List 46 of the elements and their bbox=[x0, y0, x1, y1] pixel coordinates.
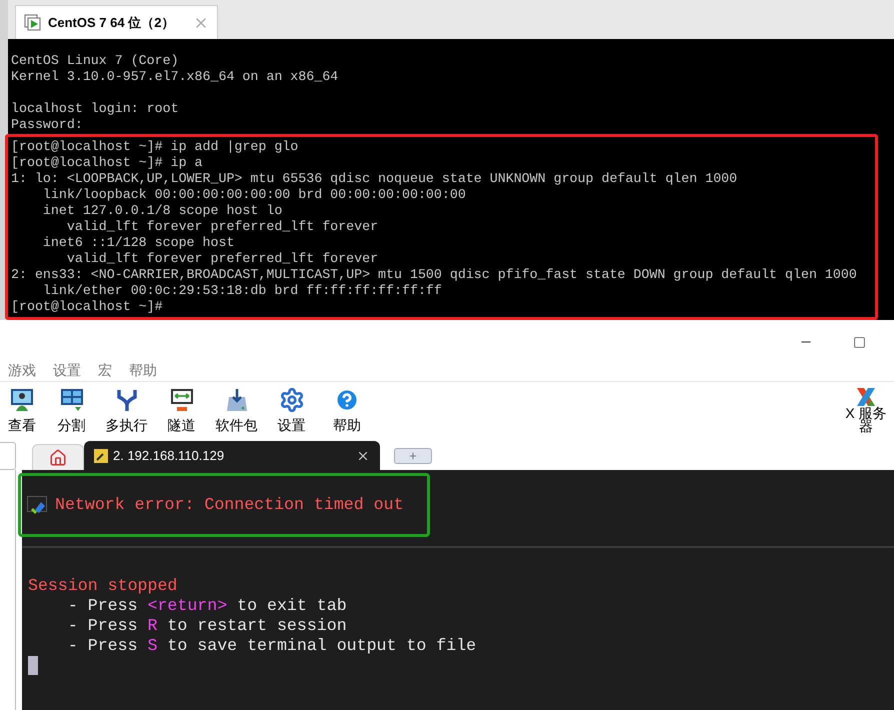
maximize-icon[interactable] bbox=[853, 336, 866, 348]
console-line: [root@localhost ~]# bbox=[11, 299, 164, 315]
console-line: link/ether 00:0c:29:53:18:db brd ff:ff:ff:ff:ff:ff bbox=[42, 283, 443, 299]
toolbar-button[interactable]: 设置 bbox=[264, 387, 319, 436]
x-logo-icon bbox=[855, 387, 877, 407]
terminal-line: - Press <return> to exit tab bbox=[66, 596, 348, 616]
console-line: Kernel 3.10.0-957.el7.x86_64 on an x86_64 bbox=[11, 69, 340, 85]
console-line: inet6 ::1/128 scope host bbox=[42, 235, 236, 251]
console-line: [root@localhost ~]# ip add |grep glo bbox=[11, 139, 300, 155]
error-message: Network error: Connection timed out bbox=[55, 495, 404, 515]
console-line: inet 127.0.0.1/8 scope host lo bbox=[42, 203, 284, 219]
x-server-button[interactable]: X 服务器 bbox=[842, 387, 890, 433]
toolbar-button[interactable]: 多执行 bbox=[99, 387, 154, 436]
session-status: Session stopped bbox=[28, 576, 178, 596]
session-tab[interactable]: 2. 192.168.110.129 bbox=[84, 441, 380, 470]
vm-tab[interactable]: CentOS 7 64 位（2） bbox=[15, 5, 218, 39]
console-line: [root@localhost ~]# ip a bbox=[11, 155, 204, 171]
toolbar-button[interactable]: 分割 bbox=[44, 387, 99, 436]
console-line: valid_lft forever preferred_lft forever bbox=[66, 251, 380, 267]
tunnel-icon bbox=[168, 387, 194, 413]
toolbar-button[interactable]: 隧道 bbox=[154, 387, 209, 436]
menu-item[interactable]: 帮助 bbox=[129, 360, 157, 381]
menu-item[interactable]: 设置 bbox=[53, 360, 81, 381]
monitor-user-icon bbox=[9, 387, 35, 413]
toolbar-button[interactable]: 帮助 bbox=[319, 387, 375, 436]
vm-tab-title: CentOS 7 64 位（2） bbox=[48, 14, 174, 32]
plus-icon bbox=[408, 451, 418, 461]
menu-item[interactable]: 宏 bbox=[98, 360, 112, 381]
terminal-error-icon bbox=[27, 496, 47, 514]
console-line: 2: ens33: <NO-CARRIER,BROADCAST,MULTICAST,UP> mtu 1500 qdisc pfifo_fast state DOWN group default qlen 1000 bbox=[11, 267, 858, 283]
home-tab[interactable] bbox=[32, 444, 84, 470]
home-icon bbox=[49, 448, 67, 466]
console-line: localhost login: root bbox=[11, 101, 180, 117]
menu-item[interactable]: 游戏 bbox=[8, 360, 36, 381]
console-line: link/loopback 00:00:00:00:00:00 brd 00:00:00:00:00:00 bbox=[42, 187, 467, 203]
console-line: 1: lo: <LOOPBACK,UP,LOWER_UP> mtu 65536 qdisc noqueue state UNKNOWN group default qlen 1000 bbox=[11, 171, 738, 187]
console-line: Password: bbox=[11, 117, 84, 133]
terminal-line: - Press S to save terminal output to file bbox=[66, 636, 478, 656]
toolbar-button[interactable]: 查看 bbox=[0, 387, 44, 436]
vm-screen-icon bbox=[24, 14, 42, 32]
cursor bbox=[28, 656, 38, 675]
toolbar-button[interactable]: 软件包 bbox=[209, 387, 264, 436]
console-line: valid_lft forever preferred_lft forever bbox=[66, 219, 380, 235]
terminal-line: - Press R to restart session bbox=[66, 616, 348, 636]
split-screen-icon bbox=[58, 387, 84, 413]
console-line: CentOS Linux 7 (Core) bbox=[11, 53, 180, 69]
